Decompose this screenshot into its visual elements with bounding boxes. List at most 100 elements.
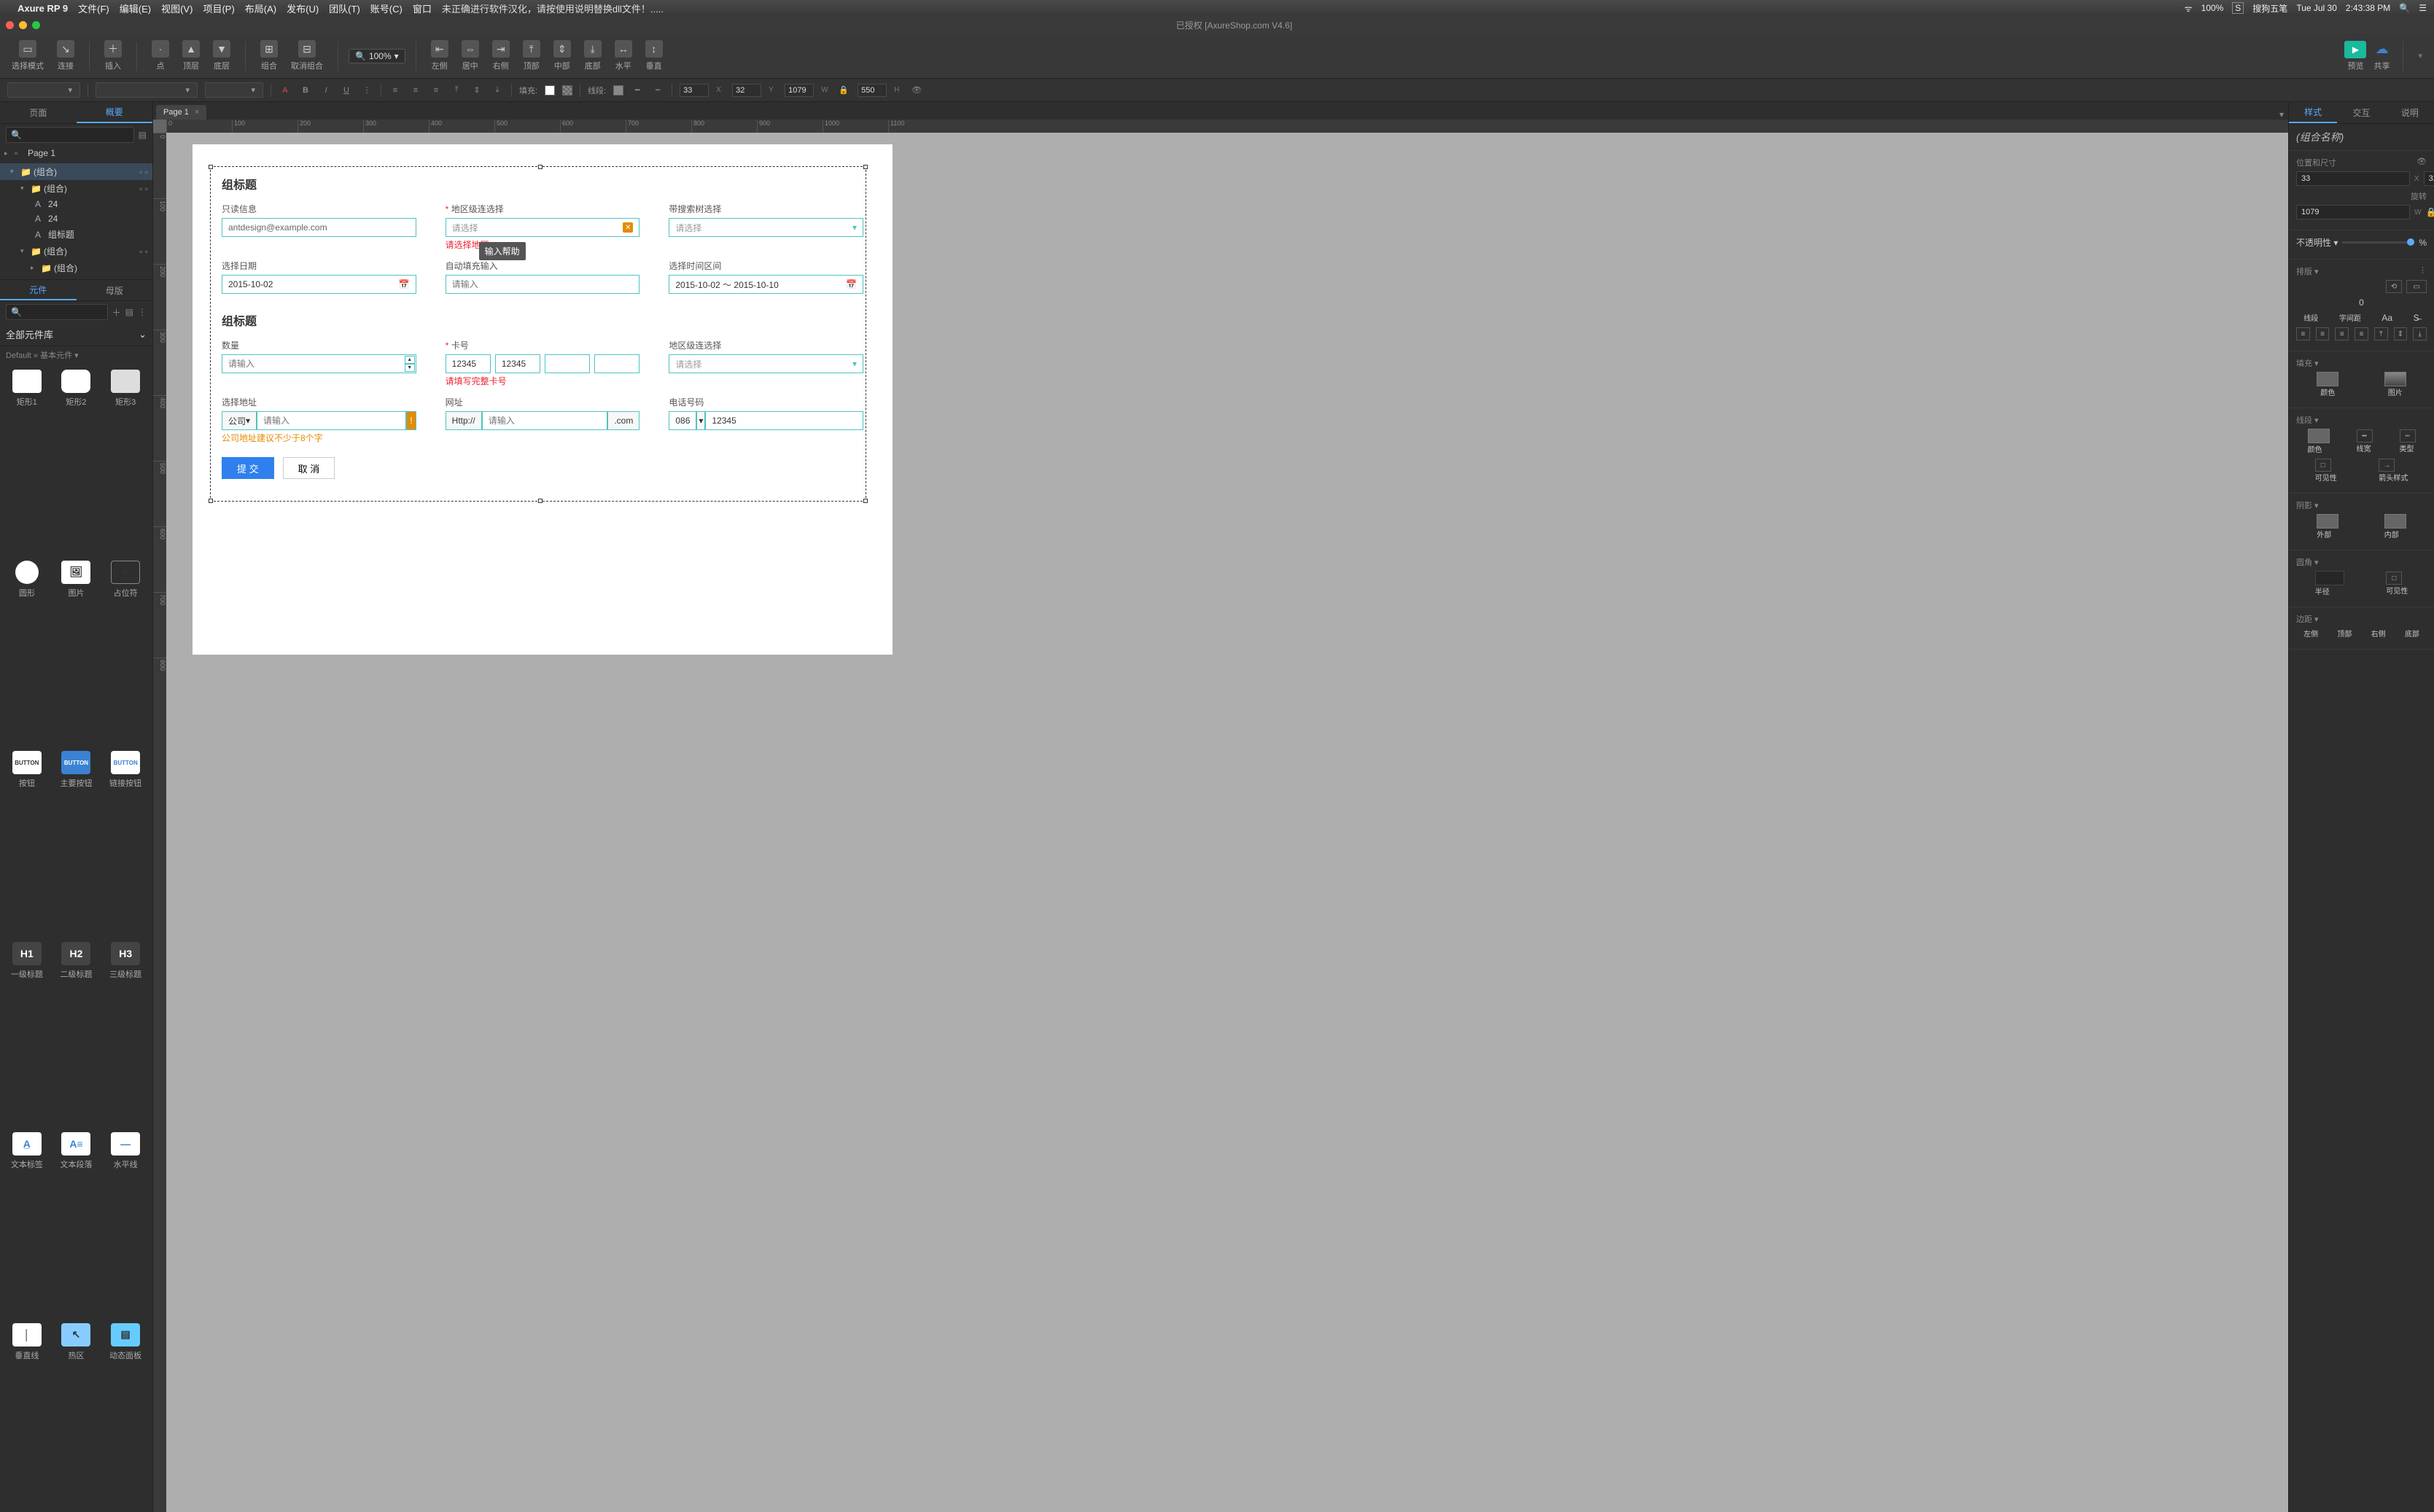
stroke-width[interactable]: ━	[2357, 429, 2373, 443]
tree-row[interactable]: ▾📁(组合)▫ ▫	[0, 243, 152, 260]
notes-tab[interactable]: 说明	[2386, 102, 2434, 123]
radius-input[interactable]	[2315, 571, 2344, 585]
menu-warning[interactable]: 未正确进行软件汉化，请按使用说明替换dll文件！.....	[442, 1, 664, 15]
app-name[interactable]: Axure RP 9	[18, 3, 68, 14]
tree-row[interactable]: A24	[0, 211, 152, 226]
bold-icon[interactable]: B	[299, 84, 312, 97]
menu-project[interactable]: 项目(P)	[203, 1, 234, 15]
send-back-button[interactable]: ▼底层	[209, 37, 235, 74]
x-input[interactable]	[680, 84, 709, 97]
frame-icon[interactable]: ▭	[2406, 280, 2427, 293]
widget-button[interactable]: BUTTON按钮	[6, 751, 48, 935]
menu-window[interactable]: 窗口	[413, 1, 432, 15]
group-button[interactable]: ⊞组合	[256, 37, 282, 74]
pos-y-input[interactable]	[2424, 171, 2434, 186]
masters-tab[interactable]: 母版	[77, 280, 153, 300]
valign-mid-icon[interactable]: ⇕	[470, 84, 483, 97]
widget-circle[interactable]: 圆形	[6, 561, 48, 744]
arrow-style[interactable]: →	[2379, 459, 2395, 472]
pos-x-input[interactable]	[2296, 171, 2410, 186]
tree-row[interactable]: ▸📁(组合)	[0, 260, 152, 276]
lock-icon[interactable]: 🔒	[2425, 207, 2434, 217]
ime-icon[interactable]: S	[2232, 2, 2244, 14]
close-tab-icon[interactable]: ×	[195, 108, 199, 117]
lib-category[interactable]: Default » 基本元件 ▾	[0, 346, 152, 364]
corner-vis[interactable]: □	[2386, 572, 2402, 585]
widget-hotspot[interactable]: ↖热区	[55, 1323, 98, 1507]
visibility-icon[interactable]: 👁	[910, 84, 923, 97]
widget-search[interactable]: 🔍	[6, 304, 108, 320]
page-canvas[interactable]: 组标题 只读信息 地区级连选择 请选择✕ 请选择地区 输入帮助	[193, 144, 893, 655]
ac-icon[interactable]: ≡	[2316, 327, 2330, 340]
widget-h2[interactable]: H2二级标题	[55, 942, 98, 1126]
align-right-button[interactable]: ⇥右侧	[488, 37, 514, 74]
ruler-vertical[interactable]: 0100200300400500600700800	[153, 133, 166, 1512]
widget-link-button[interactable]: BUTTON链接按钮	[104, 751, 147, 935]
weight-dropdown[interactable]: ▾	[205, 82, 263, 98]
h-input[interactable]	[858, 84, 887, 97]
control-center-icon[interactable]: ☰	[2419, 3, 2427, 13]
tab-menu-icon[interactable]: ▾	[2275, 109, 2288, 120]
canvas-viewport[interactable]: 组标题 只读信息 地区级连选择 请选择✕ 请选择地区 输入帮助	[166, 133, 2288, 1512]
quantity-input[interactable]	[222, 354, 416, 373]
more-icon[interactable]: ⋮	[2419, 265, 2427, 277]
connect-button[interactable]: ↘连接	[53, 37, 79, 74]
text-align-left-icon[interactable]: ≡	[389, 84, 402, 97]
share-button[interactable]: ☁	[2371, 41, 2392, 58]
point-button[interactable]: ·点	[147, 37, 174, 74]
window-close-button[interactable]	[6, 21, 14, 29]
dist-h-button[interactable]: ↔水平	[610, 37, 637, 74]
outline-tab[interactable]: 概要	[77, 102, 153, 123]
menu-arrange[interactable]: 布局(A)	[245, 1, 276, 15]
widget-dynamic-panel[interactable]: ▤动态面板	[104, 1323, 147, 1507]
border-vis[interactable]: □	[2315, 459, 2331, 472]
text-align-center-icon[interactable]: ≡	[409, 84, 422, 97]
lock-aspect-icon[interactable]: 🔒	[837, 84, 850, 97]
lib-menu-icon[interactable]: ▤	[125, 307, 133, 317]
login-button[interactable]: ▾	[2414, 48, 2427, 63]
align-center-button[interactable]: ⇔居中	[457, 37, 483, 74]
widget-primary-button[interactable]: BUTTON主要按钮	[55, 751, 98, 935]
ime-name[interactable]: 搜狗五笔	[2252, 2, 2287, 15]
size-w-input[interactable]	[2296, 205, 2410, 219]
margin-section[interactable]: 边距 ▾	[2296, 613, 2319, 625]
interactions-tab[interactable]: 交互	[2337, 102, 2385, 123]
quantity-stepper[interactable]: ▲▼	[405, 356, 415, 372]
widget-placeholder[interactable]: ✕占位符	[104, 561, 147, 744]
underline-icon[interactable]: U	[340, 84, 353, 97]
italic-icon[interactable]: I	[319, 84, 333, 97]
widget-image[interactable]: 🖼图片	[55, 561, 98, 744]
widget-rect2[interactable]: 矩形2	[55, 370, 98, 553]
lib-dropdown[interactable]: 全部元件库	[6, 327, 53, 341]
region-select[interactable]: 请选择✕	[446, 218, 640, 237]
window-zoom-button[interactable]	[32, 21, 40, 29]
fill-color-swatch[interactable]	[2317, 372, 2338, 386]
case-icon[interactable]: Aa	[2381, 313, 2392, 323]
preview-button[interactable]: ▶	[2344, 41, 2366, 58]
line-swatch[interactable]	[613, 85, 623, 96]
dist-v-button[interactable]: ↕垂直	[641, 37, 667, 74]
al-icon[interactable]: ≡	[2296, 327, 2310, 340]
fill-alpha-swatch[interactable]	[562, 85, 572, 96]
outline-search[interactable]: 🔍	[6, 127, 134, 143]
align-top-button[interactable]: ⤒顶部	[518, 37, 545, 74]
text-align-right-icon[interactable]: ≡	[429, 84, 443, 97]
select-mode-button[interactable]: ▭选择模式	[7, 37, 48, 74]
menu-file[interactable]: 文件(F)	[78, 1, 109, 15]
opacity-label[interactable]: 不透明性 ▾	[2296, 236, 2338, 249]
widgets-tab[interactable]: 元件	[0, 280, 77, 300]
tree-row[interactable]: ▾📁(组合)▫ ▫	[0, 180, 152, 197]
text-color-icon[interactable]: A	[279, 84, 292, 97]
align-bottom-button[interactable]: ⤓底部	[580, 37, 606, 74]
widget-rect3[interactable]: 矩形3	[104, 370, 147, 553]
font-dropdown[interactable]: ▾	[96, 82, 198, 98]
page-node[interactable]: ▸▫Page 1	[0, 146, 152, 160]
widget-rect1[interactable]: 矩形1	[6, 370, 48, 553]
filter-icon[interactable]: ▤	[139, 130, 147, 140]
line-width-icon[interactable]: ━	[631, 84, 644, 97]
battery-status[interactable]: 100%	[2201, 3, 2224, 13]
widget-name-field[interactable]: (组合名称)	[2296, 130, 2427, 144]
more-text-icon[interactable]: ⋮	[360, 84, 373, 97]
lib-opts-icon[interactable]: ⋮	[138, 307, 147, 317]
tree-row[interactable]: ▾📁(组合)▫ ▫	[0, 163, 152, 180]
